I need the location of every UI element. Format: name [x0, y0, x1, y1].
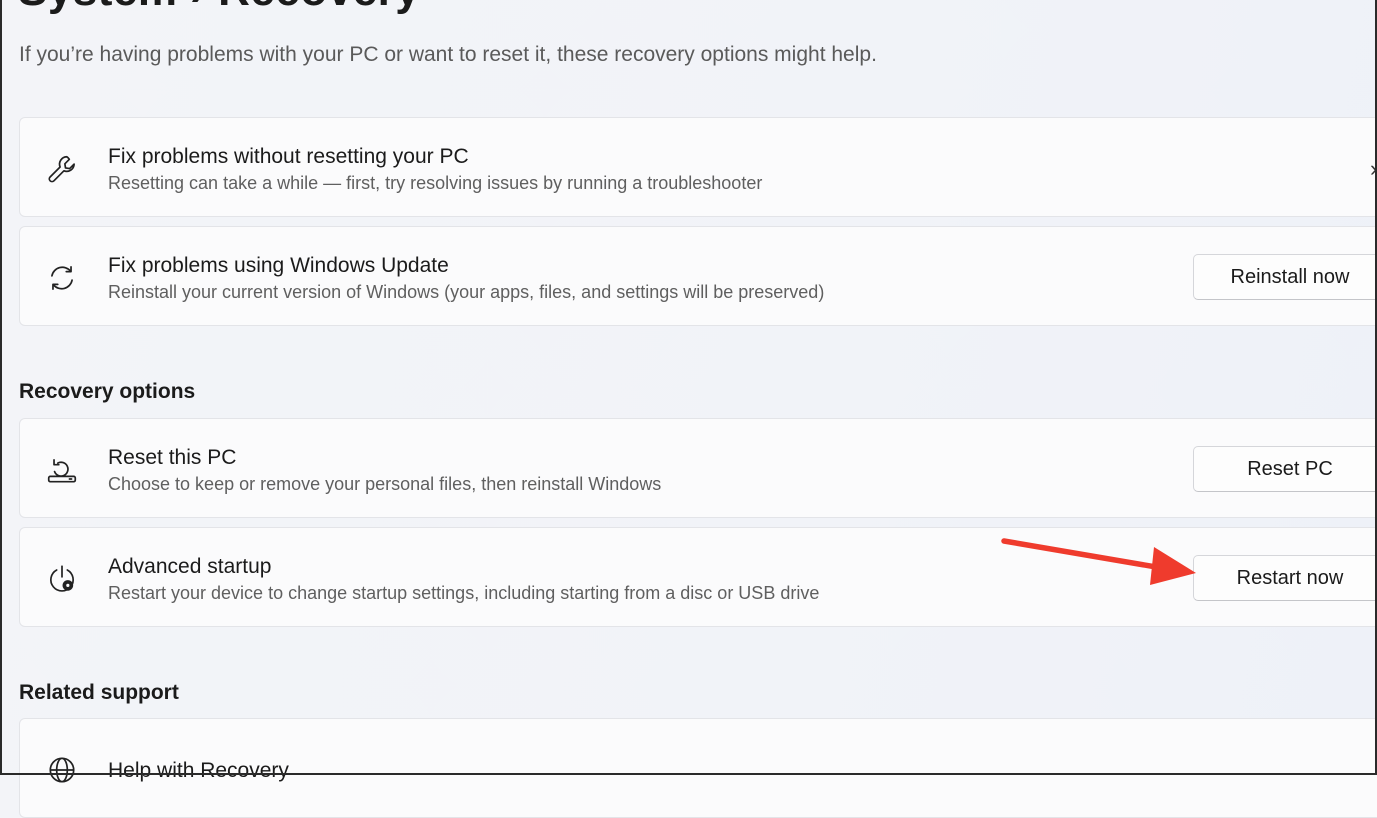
card-help-with-recovery[interactable]: Help with Recovery	[19, 718, 1377, 818]
reset-pc-icon	[44, 452, 80, 488]
restart-now-button[interactable]: Restart now	[1193, 555, 1377, 601]
card-windows-update: Fix problems using Windows Update Reinst…	[19, 226, 1377, 326]
section-heading-recovery: Recovery options	[19, 380, 196, 403]
reset-pc-button[interactable]: Reset PC	[1193, 446, 1377, 492]
card-fix-without-reset[interactable]: Fix problems without resetting your PC R…	[19, 117, 1377, 217]
card-reset-pc: Reset this PC Choose to keep or remove y…	[19, 418, 1377, 518]
card-title: Fix problems using Windows Update	[108, 254, 449, 277]
card-description: Choose to keep or remove your personal f…	[108, 474, 662, 494]
page-subtitle: If you’re having problems with your PC o…	[19, 43, 877, 66]
card-description: Reinstall your current version of Window…	[108, 282, 825, 302]
card-title: Fix problems without resetting your PC	[108, 145, 469, 168]
card-title: Reset this PC	[108, 446, 237, 469]
sync-icon	[44, 260, 80, 296]
card-description: Restart your device to change startup se…	[108, 583, 820, 603]
card-advanced-startup: Advanced startup Restart your device to …	[19, 527, 1377, 627]
wrench-icon	[44, 151, 80, 187]
page-title-clipped: System › Recovery	[18, 0, 420, 16]
chevron-right-icon[interactable]: ›	[1370, 156, 1377, 182]
card-title: Help with Recovery	[108, 759, 289, 782]
reinstall-now-button[interactable]: Reinstall now	[1193, 254, 1377, 300]
card-title: Advanced startup	[108, 555, 272, 578]
globe-icon	[44, 752, 80, 788]
section-heading-related: Related support	[19, 681, 179, 704]
power-gear-icon	[44, 561, 80, 597]
card-description: Resetting can take a while — first, try …	[108, 173, 763, 193]
